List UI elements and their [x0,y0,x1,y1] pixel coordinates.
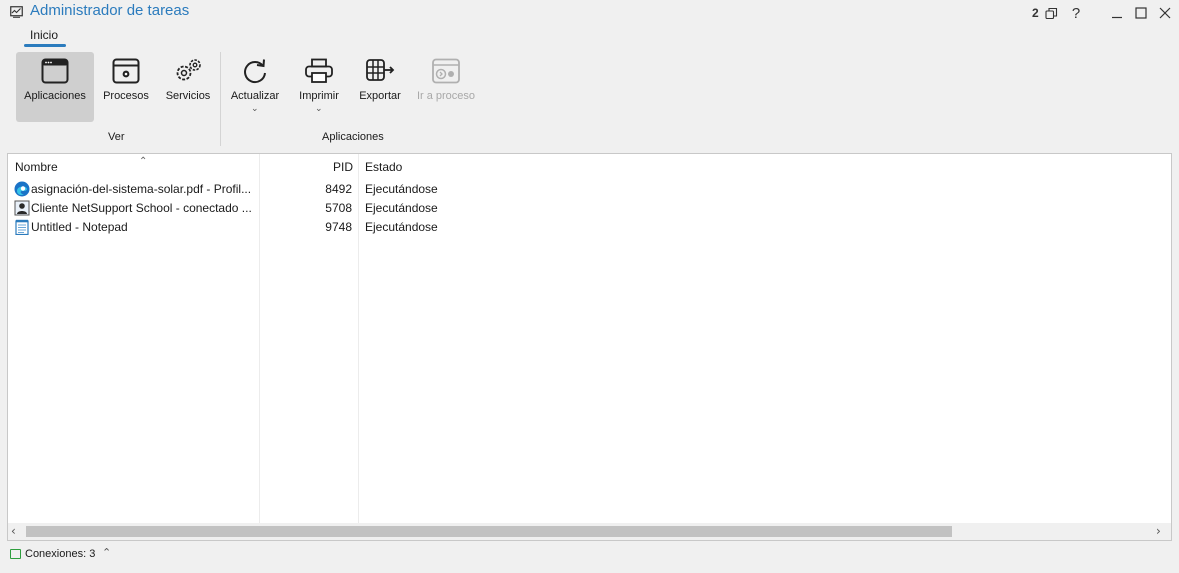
row-state: Ejecutándose [365,201,438,215]
applications-button[interactable]: Aplicaciones [16,52,94,122]
connection-monitor-icon [10,549,21,559]
go-to-process-icon [432,58,460,84]
column-header-state[interactable]: Estado [365,160,402,174]
horizontal-scrollbar[interactable]: ‹ › [8,523,1171,540]
refresh-dropdown-chevron-icon[interactable]: ⌄ [251,104,259,114]
go-to-process-label: Ir a proceso [416,90,476,102]
table-row[interactable]: asignación-del-sistema-solar.pdf - Profi… [8,179,1171,198]
notepad-icon [15,219,29,235]
process-gear-icon [112,58,140,84]
services-gears-icon [176,59,201,81]
go-to-process-button[interactable]: Ir a proceso [414,52,478,122]
processes-label: Procesos [103,90,149,102]
column-header-name[interactable]: ⌃ Nombre [15,156,255,174]
column-header-name-label: Nombre [15,160,58,174]
ribbon: Aplicaciones Procesos Servicios Actualiz… [0,48,1179,148]
window-count: 2 [1032,6,1039,20]
export-button[interactable]: Exportar [354,52,406,122]
row-pid: 9748 [325,220,352,234]
column-header-pid[interactable]: PID [268,160,353,174]
export-table-icon [366,59,395,81]
close-button[interactable] [1156,4,1174,22]
row-state: Ejecutándose [365,220,438,234]
processes-button[interactable]: Procesos [101,52,151,122]
row-state: Ejecutándose [365,182,438,196]
row-name: asignación-del-sistema-solar.pdf - Profi… [31,182,252,196]
scroll-left-icon[interactable]: ‹ [11,524,16,538]
group-label-aplicaciones: Aplicaciones [322,131,384,143]
netsupport-icon [14,200,30,216]
refresh-label: Actualizar [230,90,280,102]
active-tab-indicator [24,44,66,47]
print-dropdown-chevron-icon[interactable]: ⌄ [315,104,323,114]
minimize-button[interactable] [1108,4,1126,22]
row-pid: 8492 [325,182,352,196]
tab-inicio[interactable]: Inicio [30,28,58,42]
window-title: Administrador de tareas [30,2,190,19]
services-button[interactable]: Servicios [162,52,214,122]
sort-ascending-icon: ⌃ [139,156,148,167]
row-name: Untitled - Notepad [31,220,128,234]
title-bar: Administrador de tareas 2 ? [0,0,1179,26]
group-separator [220,52,221,146]
group-label-ver: Ver [108,131,125,143]
connections-count: Conexiones: 3 [25,548,96,560]
table-row[interactable]: Cliente NetSupport School - conectado ..… [8,198,1171,217]
chevron-up-icon[interactable]: ⌃ [102,546,111,559]
print-label: Imprimir [299,90,339,102]
edge-icon [14,181,30,197]
printer-icon [305,58,333,83]
status-bar: Conexiones: 3 ⌃ [0,544,1179,566]
help-button[interactable]: ? [1068,4,1084,22]
switch-window-icon[interactable] [1043,4,1059,22]
export-label: Exportar [359,90,401,102]
services-label: Servicios [165,90,211,102]
table-row[interactable]: Untitled - Notepad 9748 Ejecutándose [8,217,1171,236]
row-pid: 5708 [325,201,352,215]
applications-label: Aplicaciones [24,90,86,102]
maximize-button[interactable] [1132,4,1150,22]
task-manager-icon [10,6,23,18]
scroll-right-icon[interactable]: › [1156,524,1161,538]
row-name: Cliente NetSupport School - conectado ..… [31,201,252,215]
scrollbar-thumb[interactable] [26,526,952,537]
applications-list: ⌃ Nombre PID Estado asignación-del-siste… [7,153,1172,541]
application-window-icon [41,58,69,84]
refresh-icon [244,59,266,84]
